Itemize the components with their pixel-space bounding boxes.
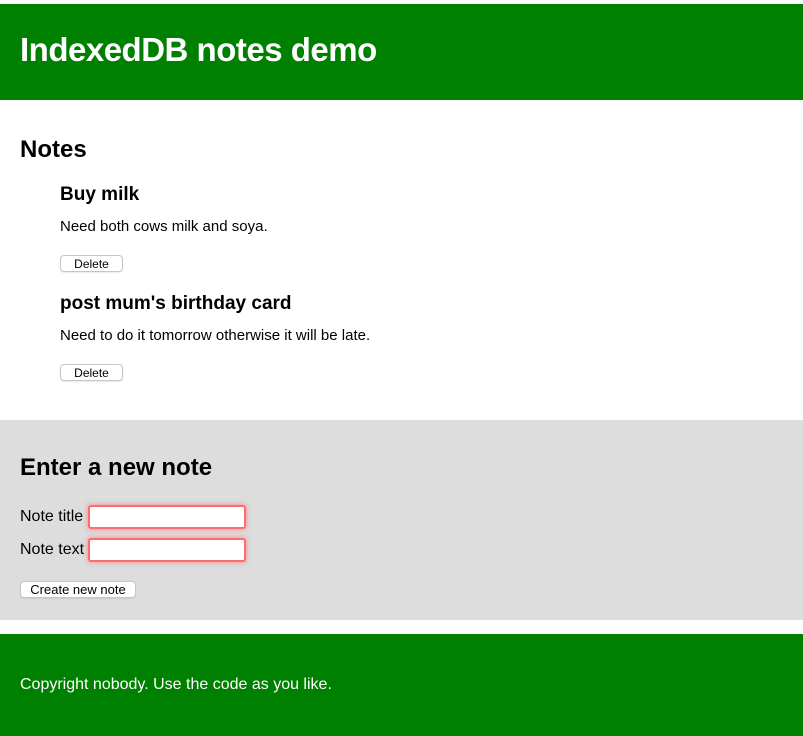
notes-heading: Notes xyxy=(20,100,783,164)
notes-list: Buy milk Need both cows milk and soya. D… xyxy=(20,184,783,382)
note-title: post mum's birthday card xyxy=(60,293,783,315)
new-note-form: Note title Note text Create new note xyxy=(20,505,783,599)
app-footer: Copyright nobody. Use the code as you li… xyxy=(0,634,803,736)
note-text-label: Note text xyxy=(20,541,88,559)
notes-section: Notes Buy milk Need both cows milk and s… xyxy=(0,100,803,420)
new-note-section: Enter a new note Note title Note text Cr… xyxy=(0,420,803,620)
app-header: IndexedDB notes demo xyxy=(0,4,803,100)
delete-note-button[interactable]: Delete xyxy=(60,255,123,272)
note-body: Need to do it tomorrow otherwise it will… xyxy=(60,327,783,344)
note-title: Buy milk xyxy=(60,184,783,206)
note-title-row: Note title xyxy=(20,505,783,529)
note-item: post mum's birthday card Need to do it t… xyxy=(60,293,783,382)
create-note-button[interactable]: Create new note xyxy=(20,581,136,598)
footer-text: Copyright nobody. Use the code as you li… xyxy=(0,634,803,694)
note-item: Buy milk Need both cows milk and soya. D… xyxy=(60,184,783,273)
delete-note-button[interactable]: Delete xyxy=(60,364,123,381)
note-body: Need both cows milk and soya. xyxy=(60,218,783,235)
note-text-input[interactable] xyxy=(88,538,246,562)
note-text-row: Note text xyxy=(20,538,783,562)
page-title: IndexedDB notes demo xyxy=(0,4,803,69)
note-title-input[interactable] xyxy=(88,505,246,529)
note-title-label: Note title xyxy=(20,508,88,526)
new-note-heading: Enter a new note xyxy=(20,420,783,482)
